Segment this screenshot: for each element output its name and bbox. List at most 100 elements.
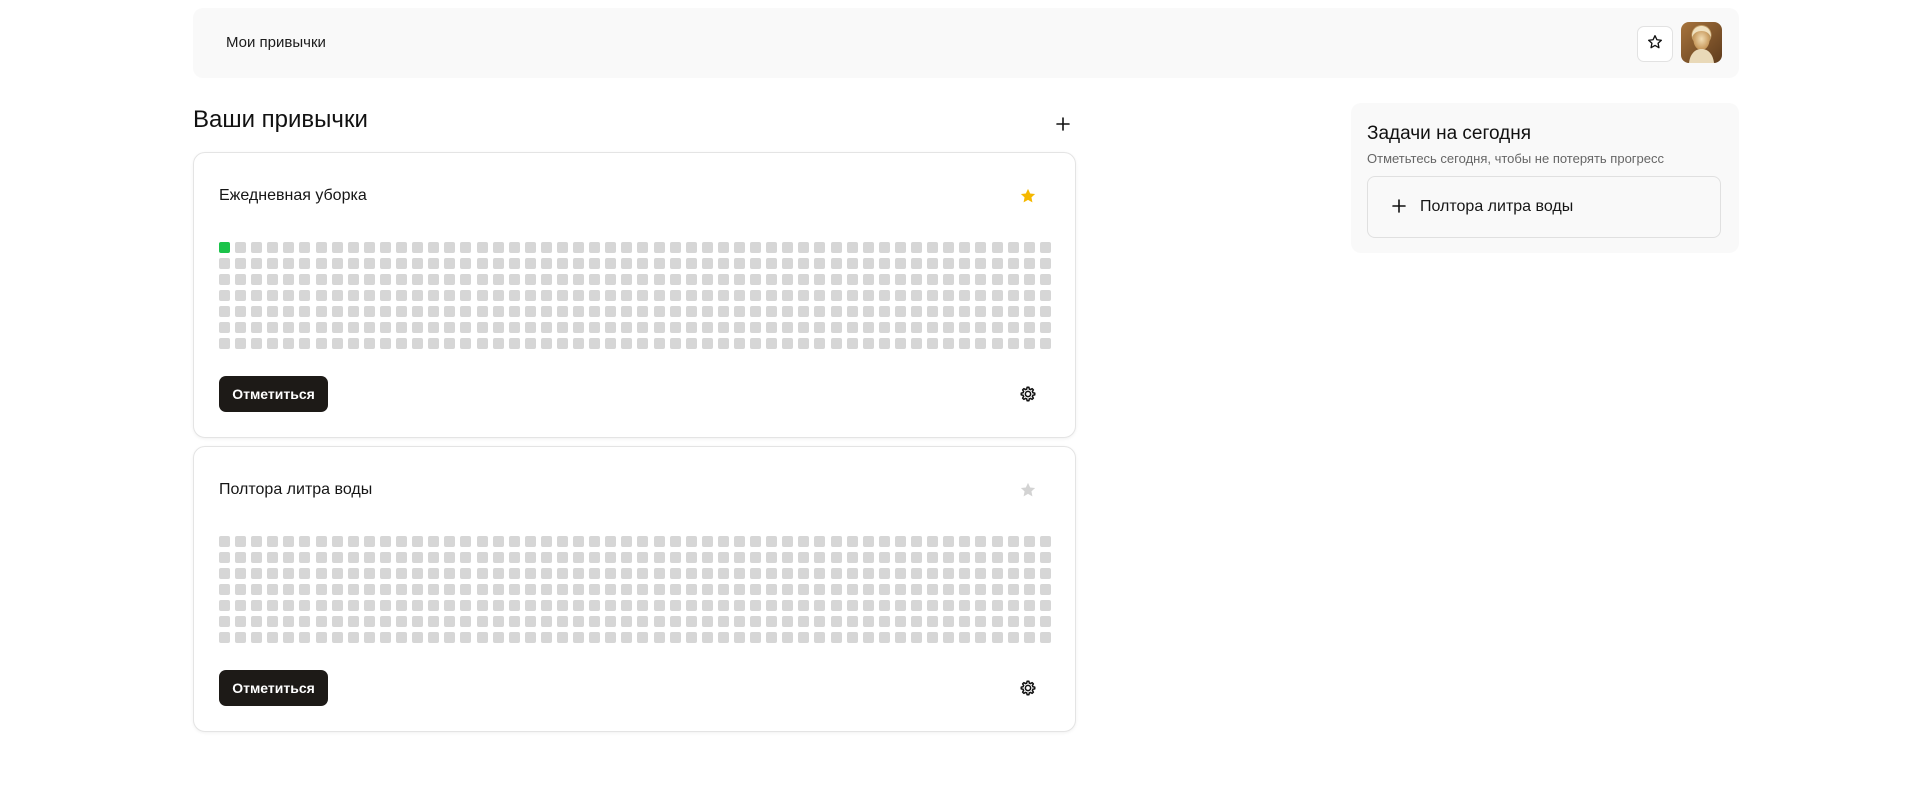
- day-cell: [331, 306, 343, 317]
- day-cell: [460, 258, 472, 269]
- day-cell: [251, 242, 263, 253]
- day-cell: [782, 600, 794, 611]
- day-cell: [476, 568, 488, 579]
- day-cell: [540, 552, 552, 563]
- day-cell: [363, 338, 375, 349]
- day-cell: [235, 600, 247, 611]
- day-cell: [750, 242, 762, 253]
- day-cell: [734, 632, 745, 643]
- user-avatar[interactable]: [1681, 22, 1722, 63]
- day-cell: [460, 536, 472, 547]
- day-cell: [444, 306, 456, 317]
- day-cell: [379, 600, 391, 611]
- nav-title-my-habits[interactable]: Мои привычки: [226, 34, 326, 51]
- day-cell: [621, 616, 633, 627]
- day-cell: [717, 600, 729, 611]
- day-cell: [605, 568, 617, 579]
- task-item[interactable]: Полтора литра воды: [1367, 176, 1721, 238]
- gear-icon[interactable]: [1019, 385, 1037, 403]
- day-cell: [251, 258, 263, 269]
- day-cell: [717, 258, 729, 269]
- day-cell: [959, 536, 971, 547]
- day-cell: [701, 616, 713, 627]
- day-cell: [1007, 242, 1019, 253]
- day-cell: [605, 600, 617, 611]
- day-cell: [653, 584, 665, 595]
- day-cell: [476, 242, 488, 253]
- check-in-button[interactable]: Отметиться: [219, 670, 328, 706]
- day-cell: [717, 536, 729, 547]
- day-cell: [556, 600, 568, 611]
- day-cell: [911, 242, 923, 253]
- day-cell: [959, 322, 971, 333]
- day-cell: [814, 242, 826, 253]
- day-cell: [219, 568, 230, 579]
- day-cell: [524, 584, 536, 595]
- day-cell: [911, 600, 923, 611]
- day-cell: [669, 568, 681, 579]
- day-cell: [1023, 258, 1035, 269]
- day-cell: [379, 632, 391, 643]
- day-cell: [605, 338, 617, 349]
- day-cell: [653, 338, 665, 349]
- day-cell: [331, 536, 343, 547]
- day-cell: [331, 338, 343, 349]
- day-cell: [444, 552, 456, 563]
- day-cell: [830, 536, 842, 547]
- day-cell: [331, 600, 343, 611]
- day-cell: [766, 600, 778, 611]
- day-cell: [975, 258, 987, 269]
- favorites-button[interactable]: [1637, 26, 1673, 62]
- day-cell: [589, 568, 601, 579]
- day-cell: [927, 536, 939, 547]
- day-cell: [508, 552, 520, 563]
- day-cell: [412, 584, 424, 595]
- day-cell: [219, 322, 230, 333]
- day-cell: [283, 584, 295, 595]
- day-cell: [1023, 616, 1035, 627]
- day-cell: [556, 632, 568, 643]
- day-cell: [911, 322, 923, 333]
- day-cell: [669, 632, 681, 643]
- day-cell: [1007, 258, 1019, 269]
- day-cell: [396, 616, 408, 627]
- day-cell: [766, 568, 778, 579]
- day-cell: [846, 616, 858, 627]
- gear-icon[interactable]: [1019, 679, 1037, 697]
- day-cell: [540, 290, 552, 301]
- day-cell: [814, 552, 826, 563]
- day-cell: [862, 584, 874, 595]
- day-cell: [524, 536, 536, 547]
- day-cell: [685, 616, 697, 627]
- day-cell: [734, 322, 745, 333]
- day-cell: [412, 242, 424, 253]
- favorite-star-icon[interactable]: [1019, 481, 1037, 499]
- day-cell: [315, 552, 327, 563]
- day-cell: [283, 306, 295, 317]
- favorite-star-icon[interactable]: [1019, 187, 1037, 205]
- day-cell: [508, 632, 520, 643]
- day-cell: [846, 274, 858, 285]
- day-cell: [782, 322, 794, 333]
- day-cell: [975, 616, 987, 627]
- day-cell: [814, 600, 826, 611]
- day-cell: [460, 600, 472, 611]
- check-in-button[interactable]: Отметиться: [219, 376, 328, 412]
- day-cell: [685, 536, 697, 547]
- day-cell: [798, 306, 810, 317]
- day-cell: [991, 322, 1003, 333]
- day-cell: [267, 242, 279, 253]
- day-cell: [766, 338, 778, 349]
- day-cell: [637, 632, 649, 643]
- day-cell: [669, 322, 681, 333]
- day-cell: [396, 258, 408, 269]
- day-cell: [492, 242, 504, 253]
- day-cell: [508, 600, 520, 611]
- day-cell: [943, 258, 955, 269]
- day-cell: [894, 552, 906, 563]
- add-habit-button[interactable]: [1053, 116, 1073, 136]
- day-cell: [267, 290, 279, 301]
- day-cell: [1023, 274, 1035, 285]
- day-cell: [492, 616, 504, 627]
- day-cell: [894, 568, 906, 579]
